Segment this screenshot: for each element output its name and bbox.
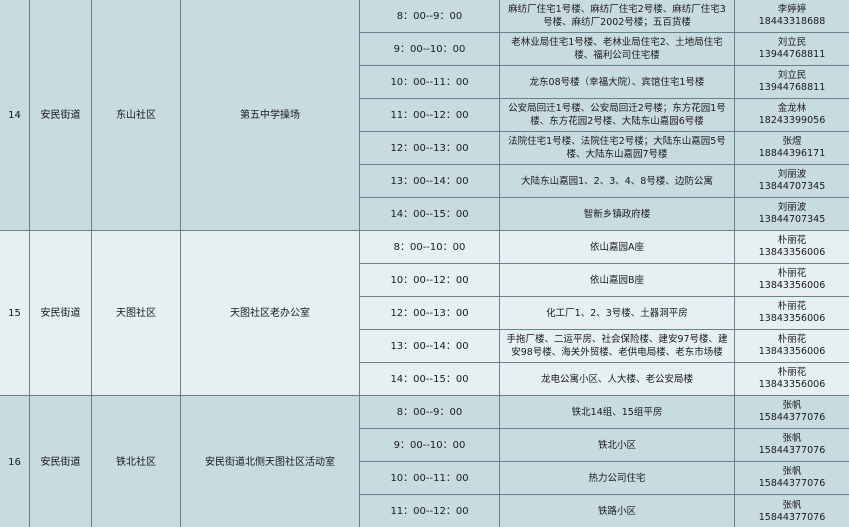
time-slot-cell: 12：00--13：00 (359, 296, 500, 330)
contact-name: 张帆 (782, 400, 802, 411)
contact-name: 金龙林 (777, 103, 807, 114)
area-cell: 依山嘉园B座 (499, 263, 735, 297)
contact-phone: 13843356006 (758, 313, 826, 324)
community-cell: 天图社区 (91, 230, 181, 396)
contact-cell: 张煜 18844396171 (734, 131, 849, 165)
time-slot-cell: 11：00--12：00 (359, 98, 500, 132)
contact-name: 张帆 (782, 433, 802, 444)
contact-name: 张帆 (782, 499, 802, 511)
time-slot-cell: 12：00--13：00 (359, 131, 500, 165)
area-cell: 大陆东山嘉园1、2、3、4、8号楼、边防公寓 (499, 164, 735, 198)
time-slot-cell: 9：00--10：00 (359, 428, 500, 462)
contact-name: 张帆 (782, 466, 802, 477)
contact-name: 刘丽波 (777, 169, 807, 180)
area-cell: 化工厂1、2、3号楼、土器洞平房 (499, 296, 735, 330)
contact-phone: 13844707345 (758, 214, 826, 225)
area-cell: 龙东08号楼（幸福大院）、宾馆住宅1号楼 (499, 65, 735, 99)
contact-cell: 刘立民 13944768811 (734, 32, 849, 66)
contact-cell: 刘立民 13944768811 (734, 65, 849, 99)
street-cell: 安民街道 (29, 0, 92, 231)
time-slot-cell: 11：00--12：00 (359, 494, 500, 527)
time-slot-cell: 13：00--14：00 (359, 164, 500, 198)
contact-name: 朴丽花 (777, 235, 807, 246)
area-cell: 依山嘉园A座 (499, 230, 735, 264)
contact-cell: 朴丽花 13843356006 (734, 362, 849, 396)
test-site-cell: 天图社区老办公室 (180, 230, 360, 396)
contact-phone: 13844707345 (758, 181, 826, 192)
time-slot-cell: 13：00--14：00 (359, 329, 500, 363)
row-number: 16 (0, 395, 30, 527)
contact-cell: 张帆 15844377076 (734, 461, 849, 495)
area-cell: 老林业局住宅1号楼、老林业局住宅2、土地局住宅楼、福利公司住宅楼 (499, 32, 735, 66)
area-cell: 智新乡镇政府楼 (499, 197, 735, 231)
contact-cell: 张帆 15844377076 (734, 494, 849, 527)
contact-cell: 朴丽花 13843356006 (734, 329, 849, 363)
contact-phone: 18243399056 (758, 115, 826, 126)
contact-cell: 刘丽波 13844707345 (734, 197, 849, 231)
time-slot-cell: 14：00--15：00 (359, 197, 500, 231)
area-cell: 公安局回迁1号楼、公安局回迁2号楼；东方花园1号楼、东方花园2号楼、大陆东山嘉园… (499, 98, 735, 132)
contact-name: 朴丽花 (777, 301, 807, 312)
contact-cell: 李婷婷 18443318688 (734, 0, 849, 33)
contact-phone: 15844377076 (758, 511, 826, 523)
street-cell: 安民街道 (29, 395, 92, 527)
contact-cell: 张帆 15844377076 (734, 395, 849, 429)
contact-cell: 朴丽花 13843356006 (734, 230, 849, 264)
schedule-table: 14 安民街道 东山社区 第五中学操场 8：00--9：00 麻纺厂住宅1号楼、… (0, 0, 849, 527)
row-number: 14 (0, 0, 30, 231)
time-slot-cell: 10：00--11：00 (359, 461, 500, 495)
area-cell: 法院住宅1号楼、法院住宅2号楼；大陆东山嘉园5号楼、大陆东山嘉园7号楼 (499, 131, 735, 165)
time-slot-cell: 14：00--15：00 (359, 362, 500, 396)
area-cell: 热力公司住宅 (499, 461, 735, 495)
contact-name: 刘丽波 (777, 202, 807, 213)
time-slot-cell: 8：00--10：00 (359, 230, 500, 264)
contact-cell: 刘丽波 13844707345 (734, 164, 849, 198)
time-slot-cell: 10：00--12：00 (359, 263, 500, 297)
contact-name: 朴丽花 (777, 268, 807, 279)
contact-cell: 张帆 15844377076 (734, 428, 849, 462)
time-slot-cell: 8：00--9：00 (359, 395, 500, 429)
contact-name: 刘立民 (777, 37, 807, 48)
street-cell: 安民街道 (29, 230, 92, 396)
contact-cell: 朴丽花 13843356006 (734, 296, 849, 330)
contact-phone: 13944768811 (758, 49, 826, 60)
contact-name: 张煜 (782, 136, 802, 147)
test-site-cell: 安民街道北侧天图社区活动室 (180, 395, 360, 527)
contact-phone: 18443318688 (758, 16, 826, 27)
contact-phone: 18844396171 (758, 148, 826, 159)
contact-name: 刘立民 (777, 70, 807, 81)
test-site-cell: 第五中学操场 (180, 0, 360, 231)
time-slot-cell: 9：00--10：00 (359, 32, 500, 66)
area-cell: 手拖厂楼、二运平房、社会保险楼、建安97号楼、建安98号楼、海关外贸楼、老供电局… (499, 329, 735, 363)
area-cell: 铁路小区 (499, 494, 735, 527)
area-cell: 铁北14组、15组平房 (499, 395, 735, 429)
contact-phone: 13944768811 (758, 82, 826, 93)
time-slot-cell: 8：00--9：00 (359, 0, 500, 33)
community-cell: 铁北社区 (91, 395, 181, 527)
row-number: 15 (0, 230, 30, 396)
contact-name: 李婷婷 (777, 4, 807, 15)
contact-phone: 15844377076 (758, 412, 826, 423)
area-cell: 龙电公寓小区、人大楼、老公安局楼 (499, 362, 735, 396)
area-cell: 铁北小区 (499, 428, 735, 462)
time-slot-cell: 10：00--11：00 (359, 65, 500, 99)
contact-phone: 15844377076 (758, 478, 826, 489)
contact-name: 朴丽花 (777, 334, 807, 345)
community-cell: 东山社区 (91, 0, 181, 231)
contact-phone: 13843356006 (758, 346, 826, 357)
contact-name: 朴丽花 (777, 367, 807, 378)
contact-cell: 朴丽花 13843356006 (734, 263, 849, 297)
contact-phone: 13843356006 (758, 247, 826, 258)
contact-cell: 金龙林 18243399056 (734, 98, 849, 132)
contact-phone: 15844377076 (758, 445, 826, 456)
contact-phone: 13843356006 (758, 280, 826, 291)
contact-phone: 13843356006 (758, 379, 826, 390)
area-cell: 麻纺厂住宅1号楼、麻纺厂住宅2号楼、麻纺厂住宅3号楼、麻纺厂2002号楼；五百货… (499, 0, 735, 33)
